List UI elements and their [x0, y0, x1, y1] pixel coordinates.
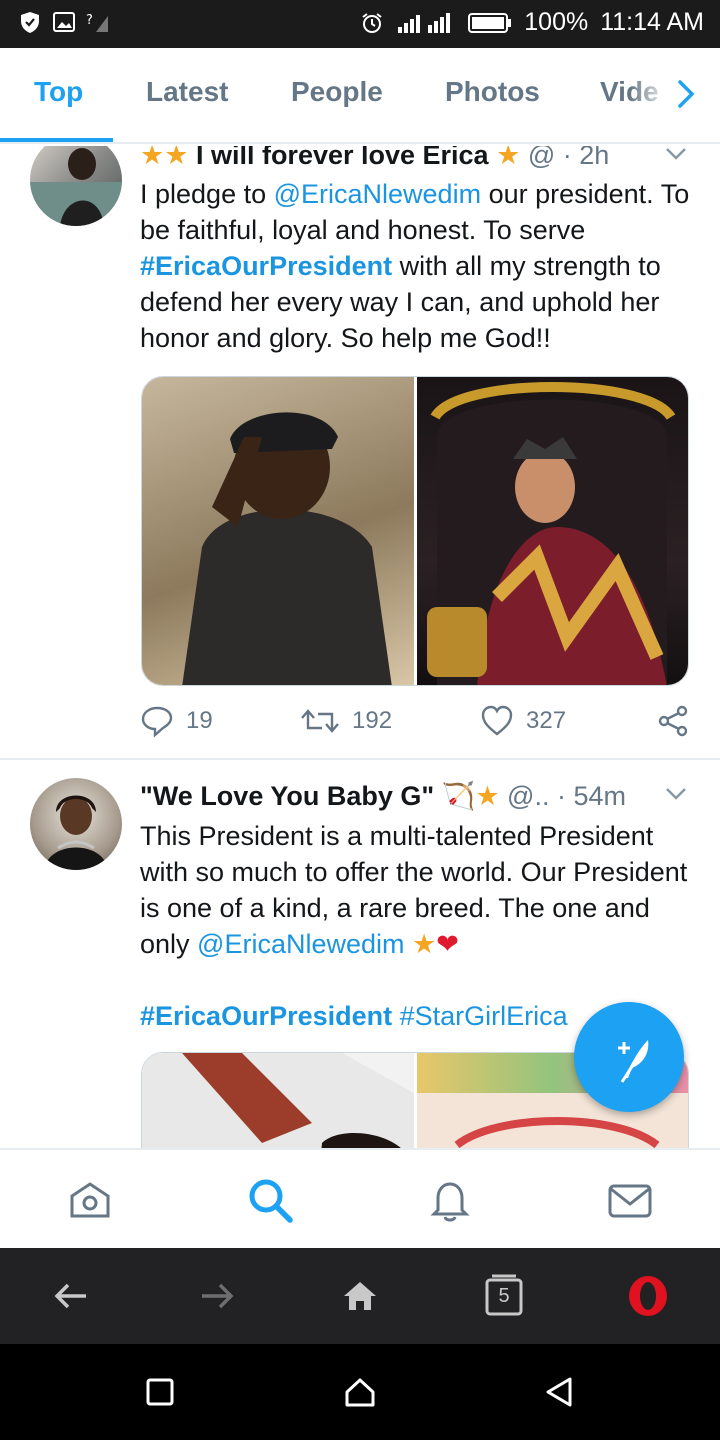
compose-tweet-button[interactable] — [574, 1002, 684, 1112]
media-photo — [426, 382, 675, 685]
avatar-photo — [30, 148, 122, 226]
tab-latest[interactable]: Latest — [146, 76, 228, 108]
shield-icon — [21, 12, 39, 33]
gallery-icon — [53, 12, 75, 32]
like-count: 327 — [526, 707, 567, 734]
no-signal-icon: ? — [86, 13, 108, 32]
chevron-right-icon[interactable] — [674, 74, 698, 114]
share-icon[interactable] — [656, 704, 690, 738]
bow-emoji: 🏹 — [441, 781, 476, 811]
tweet-header: "We Love You Baby G" 🏹★ @.. · 54m — [140, 780, 700, 820]
home-icon[interactable] — [66, 1176, 114, 1224]
star-emoji: ★ — [412, 929, 437, 959]
media-image-left[interactable] — [142, 377, 414, 685]
system-navigation-bar — [0, 1344, 720, 1440]
tab-photos[interactable]: Photos — [445, 76, 540, 108]
back-icon[interactable] — [544, 1376, 574, 1408]
mention-link[interactable]: @EricaNlewedim — [274, 179, 481, 209]
heart-emoji: ❤ — [436, 929, 459, 959]
tweet-card[interactable]: ★★ I will forever love Erica ★ @ · 2h I … — [0, 146, 720, 758]
hashtag-link[interactable]: #EricaOurPresident — [140, 1001, 392, 1031]
like-button[interactable]: 327 — [480, 704, 566, 738]
mention-link[interactable]: @EricaNlewedim — [197, 929, 404, 959]
media-image-left[interactable] — [142, 1053, 414, 1148]
avatar[interactable] — [30, 146, 122, 226]
search-tabs: Top Latest People Photos Vide — [0, 48, 720, 144]
reply-count: 19 — [186, 707, 213, 734]
hashtag-link[interactable]: #StarGirlErica — [400, 1001, 568, 1031]
tabs-button[interactable]: 5 — [484, 1272, 524, 1316]
display-name[interactable]: "We Love You Baby G" — [140, 781, 434, 811]
timestamp: · 2h — [562, 146, 610, 170]
signal-icon — [398, 12, 451, 33]
home-icon[interactable] — [340, 1276, 380, 1316]
active-tab-indicator — [0, 138, 113, 142]
tweet-text: This President is a multi-talented Presi… — [140, 818, 700, 962]
heart-icon — [481, 705, 513, 736]
text-segment: I pledge to — [140, 179, 274, 209]
reply-icon — [141, 706, 173, 738]
recent-apps-icon[interactable] — [146, 1378, 174, 1406]
tweet-header: ★★ I will forever love Erica ★ @ · 2h — [140, 146, 700, 180]
status-bar: ? 100% 11:14 AM — [0, 0, 720, 48]
clock: 11:14 AM — [600, 8, 704, 36]
compose-feather-icon — [618, 1040, 649, 1083]
display-name[interactable]: I will forever love Erica — [196, 146, 489, 170]
bottom-navigation — [0, 1148, 720, 1248]
svg-text:?: ? — [86, 13, 93, 28]
star-emoji: ★★ — [140, 146, 189, 170]
avatar-photo — [44, 795, 108, 870]
tab-people[interactable]: People — [291, 76, 383, 108]
media-image-right[interactable] — [416, 377, 688, 685]
search-icon[interactable] — [246, 1176, 294, 1224]
alarm-icon — [362, 12, 382, 33]
tweet-actions: 19 192 327 — [140, 704, 700, 744]
media-photo — [182, 412, 392, 685]
chevron-down-icon[interactable] — [664, 784, 688, 804]
handle[interactable]: @ — [528, 146, 555, 170]
star-emoji: ★ — [496, 146, 521, 170]
retweet-button[interactable]: 192 — [300, 704, 392, 738]
mail-icon[interactable] — [606, 1176, 654, 1224]
timestamp: · 54m — [556, 781, 627, 811]
bell-icon[interactable] — [426, 1176, 474, 1224]
star-emoji: ★ — [475, 781, 500, 811]
tweet-media[interactable] — [141, 376, 689, 686]
browser-toolbar: 5 — [0, 1248, 720, 1344]
back-arrow-icon[interactable] — [52, 1276, 92, 1316]
handle[interactable]: @.. — [507, 781, 549, 811]
hashtag-link[interactable]: #EricaOurPresident — [140, 251, 392, 281]
tab-top[interactable]: Top — [34, 76, 83, 108]
battery-icon — [468, 12, 512, 33]
tweet-feed[interactable]: ★★ I will forever love Erica ★ @ · 2h I … — [0, 146, 720, 1148]
home-icon[interactable] — [344, 1376, 376, 1408]
retweet-icon — [301, 709, 339, 733]
avatar[interactable] — [30, 778, 122, 870]
opera-menu-icon[interactable] — [626, 1274, 670, 1318]
battery-percent: 100% — [524, 8, 589, 36]
reply-button[interactable]: 19 — [140, 704, 213, 738]
tab-count: 5 — [498, 1285, 510, 1307]
tweet-text: I pledge to @EricaNlewedim our president… — [140, 176, 700, 356]
forward-arrow-icon[interactable] — [196, 1276, 236, 1316]
chevron-down-icon[interactable] — [664, 146, 688, 164]
retweet-count: 192 — [352, 707, 393, 734]
media-photo — [142, 1053, 414, 1148]
